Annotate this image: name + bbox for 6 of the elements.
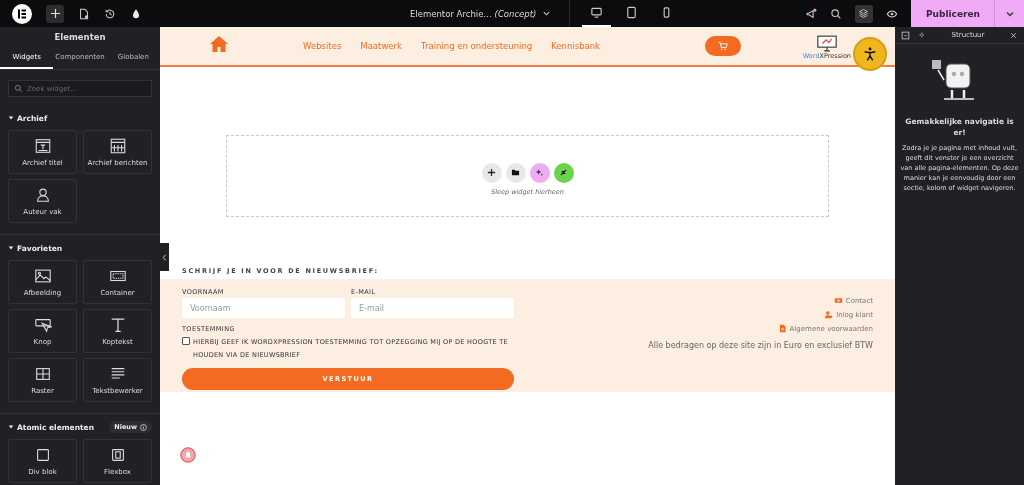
input-field[interactable]: E-mail	[351, 298, 514, 318]
disclaimer-text: Alle bedragen op deze site zijn in Euro en exclusief BTW	[648, 341, 873, 350]
panel-title: Elementen	[53, 31, 107, 44]
input-field[interactable]: Voornaam	[182, 298, 345, 318]
publish-button[interactable]: Publiceren	[911, 0, 994, 27]
document-title[interactable]: Elementor Archie… (Concept)	[410, 8, 537, 19]
